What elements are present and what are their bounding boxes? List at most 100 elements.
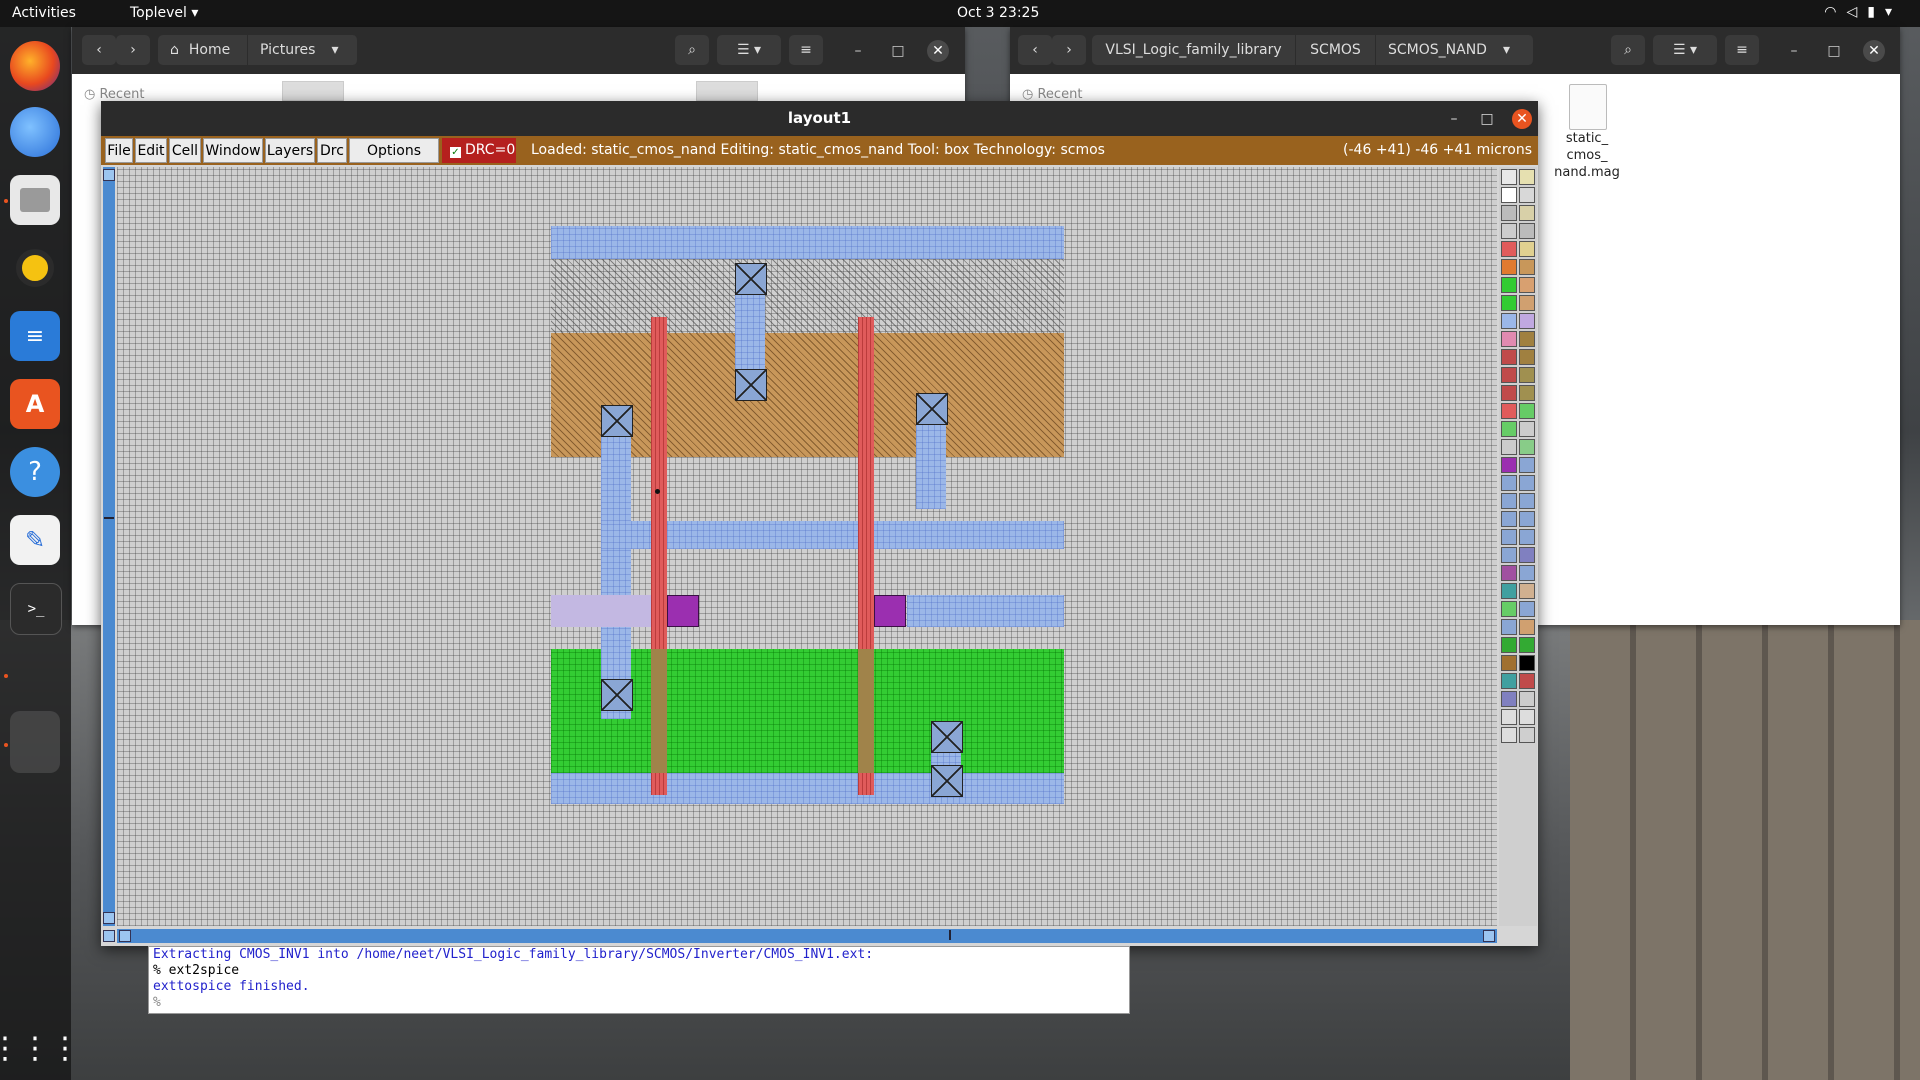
layer-swatch[interactable] — [1519, 403, 1535, 419]
breadcrumb-pictures[interactable]: Pictures ▾ — [248, 35, 358, 65]
sidebar-item-recent[interactable]: ◷ Recent — [84, 87, 144, 102]
layer-swatch[interactable] — [1519, 421, 1535, 437]
layer-swatch[interactable] — [1519, 457, 1535, 473]
layer-swatch[interactable] — [1501, 403, 1517, 419]
layer-swatch[interactable] — [1501, 385, 1517, 401]
sidebar-item-recent[interactable]: ◷ Recent — [1022, 87, 1082, 102]
system-tray[interactable]: ◠◁▮▾ — [1824, 4, 1902, 20]
scroll-thumb[interactable] — [949, 930, 951, 940]
minimize-icon[interactable]: – — [1783, 40, 1805, 62]
layer-swatch[interactable] — [1501, 277, 1517, 293]
tkcon-console[interactable]: Extracting CMOS_INV1 into /home/neet/VLS… — [148, 946, 1130, 1014]
vdd-metal-rail[interactable] — [551, 226, 1064, 259]
forward-icon[interactable]: › — [1052, 35, 1086, 65]
scroll-thumb[interactable] — [104, 517, 114, 519]
layer-swatch[interactable] — [1501, 493, 1517, 509]
ndiff-contact-output[interactable] — [601, 679, 633, 711]
output-metal-left[interactable] — [601, 411, 631, 719]
layer-swatch[interactable] — [1501, 601, 1517, 617]
layer-swatch[interactable] — [1519, 673, 1535, 689]
layer-swatch[interactable] — [1519, 205, 1535, 221]
layer-swatch[interactable] — [1519, 637, 1535, 653]
menu-icon[interactable]: ≡ — [1725, 35, 1759, 65]
layer-swatch[interactable] — [1501, 709, 1517, 725]
scroll-left-step-icon[interactable] — [119, 930, 131, 942]
close-icon[interactable]: ✕ — [1512, 109, 1532, 129]
layer-swatch[interactable] — [1501, 223, 1517, 239]
gnd-metal-rail[interactable] — [551, 771, 1064, 804]
layer-swatch[interactable] — [1519, 331, 1535, 347]
layer-swatch[interactable] — [1519, 565, 1535, 581]
firefox-icon[interactable] — [10, 41, 60, 91]
app-menu[interactable]: Toplevel ▾ — [130, 5, 198, 21]
pdiff-contact-left[interactable] — [601, 405, 633, 437]
layer-swatch[interactable] — [1519, 475, 1535, 491]
thunderbird-icon[interactable] — [10, 107, 60, 157]
layer-swatch[interactable] — [1501, 187, 1517, 203]
pdiff-contact-top[interactable] — [735, 369, 767, 401]
layer-swatch[interactable] — [1519, 313, 1535, 329]
vdd-contact[interactable] — [735, 263, 767, 295]
output-metal-horizontal[interactable] — [601, 521, 1064, 549]
layer-swatch[interactable] — [1519, 691, 1535, 707]
layer-swatch[interactable] — [1501, 205, 1517, 221]
menu-icon[interactable]: ≡ — [789, 35, 823, 65]
scroll-down-icon[interactable] — [103, 912, 115, 924]
pdiff-contact-right[interactable] — [916, 393, 948, 425]
scroll-left-icon[interactable] — [103, 930, 115, 942]
layer-swatch[interactable] — [1501, 241, 1517, 257]
layer-swatch[interactable] — [1519, 295, 1535, 311]
layer-swatch[interactable] — [1519, 583, 1535, 599]
layer-swatch[interactable] — [1501, 259, 1517, 275]
layer-swatch[interactable] — [1501, 637, 1517, 653]
layer-swatch[interactable] — [1501, 457, 1517, 473]
breadcrumb-scmos[interactable]: SCMOS — [1296, 35, 1376, 65]
running-app-icon[interactable] — [10, 711, 60, 773]
libreoffice-writer-icon[interactable]: ≡ — [10, 311, 60, 361]
layer-swatch[interactable] — [1501, 673, 1517, 689]
search-icon[interactable]: ⌕ — [675, 35, 709, 65]
minimize-icon[interactable]: – — [1444, 109, 1464, 129]
layer-swatch[interactable] — [1501, 313, 1517, 329]
close-icon[interactable]: ✕ — [927, 40, 949, 62]
layer-swatch[interactable] — [1519, 619, 1535, 635]
image-thumbnail[interactable] — [282, 81, 344, 101]
layer-swatch[interactable] — [1501, 565, 1517, 581]
layer-swatch[interactable] — [1501, 655, 1517, 671]
layer-swatch[interactable] — [1501, 169, 1517, 185]
layer-swatch[interactable] — [1519, 727, 1535, 743]
breadcrumb-home[interactable]: ⌂ Home — [158, 35, 248, 65]
files-icon[interactable] — [10, 175, 60, 225]
activities-button[interactable]: Activities — [12, 5, 76, 21]
layer-swatch[interactable] — [1519, 277, 1535, 293]
file-name-static-cmos-nand[interactable]: static_ cmos_ nand.mag — [1542, 130, 1632, 181]
layer-swatch[interactable] — [1519, 511, 1535, 527]
close-icon[interactable]: ✕ — [1863, 40, 1885, 62]
layer-swatch[interactable] — [1501, 691, 1517, 707]
maximize-icon[interactable]: □ — [1823, 40, 1845, 62]
layer-swatch[interactable] — [1519, 493, 1535, 509]
layer-swatch[interactable] — [1519, 601, 1535, 617]
layer-swatch[interactable] — [1501, 547, 1517, 563]
ndiff-contact-gnd[interactable] — [931, 721, 963, 753]
maximize-icon[interactable]: □ — [887, 40, 909, 62]
view-toggle-icon[interactable]: ☰ ▾ — [1653, 35, 1717, 65]
input-a-metal[interactable] — [551, 595, 651, 627]
input-b-metal[interactable] — [907, 595, 1064, 627]
layer-swatch[interactable] — [1519, 547, 1535, 563]
layer-swatch[interactable] — [1501, 439, 1517, 455]
layer-swatch[interactable] — [1519, 349, 1535, 365]
back-icon[interactable]: ‹ — [1018, 35, 1052, 65]
clock[interactable]: Oct 3 23:25 — [957, 5, 1039, 21]
layer-swatch[interactable] — [1519, 709, 1535, 725]
layer-swatch[interactable] — [1519, 529, 1535, 545]
menu-options[interactable]: Options — [349, 138, 439, 163]
layer-swatch[interactable] — [1519, 259, 1535, 275]
menu-file[interactable]: File — [105, 138, 133, 163]
poly-contact-a[interactable] — [667, 595, 699, 627]
mag-file-icon[interactable] — [1569, 84, 1607, 130]
search-icon[interactable]: ⌕ — [1611, 35, 1645, 65]
layer-swatch[interactable] — [1519, 187, 1535, 203]
layer-swatch[interactable] — [1519, 223, 1535, 239]
layer-swatch[interactable] — [1501, 295, 1517, 311]
